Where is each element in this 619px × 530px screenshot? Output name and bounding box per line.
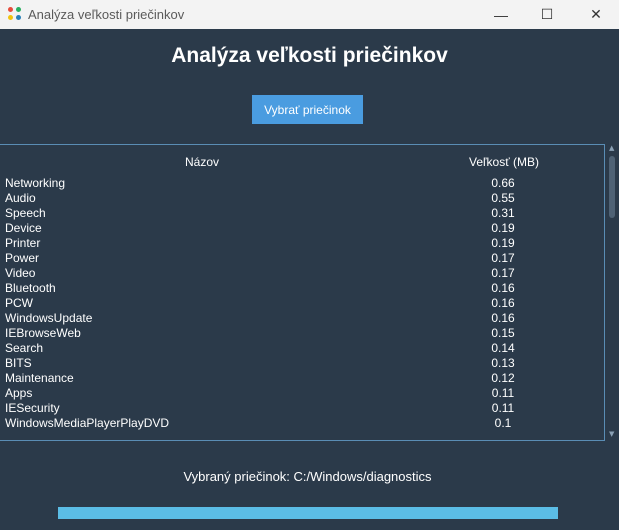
app-icon — [8, 7, 22, 21]
folder-size: 0.1 — [494, 416, 512, 430]
window-title: Analýza veľkosti priečinkov — [28, 7, 185, 22]
table-scrollbar[interactable]: ▲ ▼ — [606, 144, 619, 441]
table-row[interactable]: Apps 0.11 — [0, 386, 599, 401]
table-body: Networking 0.66 Audio 0.55 Speech 0.31 Device 0… — [0, 176, 599, 431]
folder-size: 0.19 — [491, 221, 515, 235]
folder-size: 0.31 — [491, 206, 515, 220]
folder-name: BITS — [5, 356, 32, 370]
folder-name: Apps — [5, 386, 33, 400]
table-row[interactable]: Search 0.14 — [0, 341, 599, 356]
folder-name: Video — [5, 266, 36, 280]
table-row[interactable]: WindowsUpdate 0.16 — [0, 311, 599, 326]
table-row[interactable]: IESecurity 0.11 — [0, 401, 599, 416]
folder-size: 0.11 — [491, 401, 515, 415]
select-folder-button[interactable]: Vybrať priečinok — [252, 95, 363, 124]
table-row[interactable]: Maintenance 0.12 — [0, 371, 599, 386]
selected-folder-status: Vybraný priečinok: C:/Windows/diagnostic… — [183, 469, 432, 484]
table-row[interactable]: WindowsMediaPlayerPlayDVD 0.1 — [0, 416, 599, 431]
table-row[interactable]: Networking 0.66 — [0, 176, 599, 191]
folder-size: 0.17 — [491, 266, 515, 280]
folder-name: WindowsMediaPlayerPlayDVD — [5, 416, 170, 430]
table-row[interactable]: Speech 0.31 — [0, 206, 599, 221]
scroll-down-icon[interactable]: ▼ — [609, 430, 614, 438]
folder-size: 0.16 — [491, 281, 515, 295]
minimize-button[interactable]: — — [478, 0, 524, 29]
folder-name: Power — [5, 251, 40, 265]
folder-name: Bluetooth — [5, 281, 56, 295]
folder-size: 0.11 — [491, 386, 515, 400]
folder-size: 0.66 — [491, 176, 515, 190]
folder-name: Device — [5, 221, 42, 235]
table-row[interactable]: Bluetooth 0.16 — [0, 281, 599, 296]
folder-name: Networking — [5, 176, 66, 190]
folder-size: 0.13 — [491, 356, 515, 370]
folder-name: PCW — [5, 296, 33, 310]
table-row[interactable]: Video 0.17 — [0, 266, 599, 281]
folder-name: Maintenance — [5, 371, 74, 385]
folder-name: WindowsUpdate — [5, 311, 93, 325]
folder-size: 0.15 — [491, 326, 515, 340]
folder-name: Printer — [5, 236, 41, 250]
folder-size: 0.12 — [491, 371, 515, 385]
folder-size: 0.55 — [491, 191, 515, 205]
scroll-thumb[interactable] — [609, 156, 615, 218]
table-row[interactable]: BITS 0.13 — [0, 356, 599, 371]
table-row[interactable]: Device 0.19 — [0, 221, 599, 236]
scroll-up-icon[interactable]: ▲ — [609, 144, 614, 152]
title-bar: Analýza veľkosti priečinkov — ☐ ✕ — [0, 0, 619, 29]
table-row[interactable]: Power 0.17 — [0, 251, 599, 266]
folder-name: IESecurity — [5, 401, 60, 415]
folder-size: 0.19 — [491, 236, 515, 250]
page-title: Analýza veľkosti priečinkov — [171, 44, 448, 67]
folder-size: 0.14 — [491, 341, 515, 355]
progress-bar — [58, 507, 558, 519]
table-row[interactable]: Audio 0.55 — [0, 191, 599, 206]
maximize-button[interactable]: ☐ — [524, 0, 570, 29]
folder-name: IEBrowseWeb — [5, 326, 81, 340]
folder-name: Search — [5, 341, 44, 355]
table-row[interactable]: Printer 0.19 — [0, 236, 599, 251]
folder-size: 0.16 — [491, 311, 515, 325]
close-button[interactable]: ✕ — [573, 0, 619, 29]
folder-size: 0.16 — [491, 296, 515, 310]
table-row[interactable]: IEBrowseWeb 0.15 — [0, 326, 599, 341]
table-row[interactable]: PCW 0.16 — [0, 296, 599, 311]
column-header-name[interactable]: Názov — [185, 155, 219, 169]
folder-table[interactable]: Názov Veľkosť (MB) Networking 0.66 Audio 0.… — [0, 144, 605, 441]
progress-fill — [58, 507, 558, 519]
folder-name: Speech — [5, 206, 46, 220]
column-header-size[interactable]: Veľkosť (MB) — [469, 155, 539, 169]
folder-size: 0.17 — [491, 251, 515, 265]
folder-name: Audio — [5, 191, 36, 205]
